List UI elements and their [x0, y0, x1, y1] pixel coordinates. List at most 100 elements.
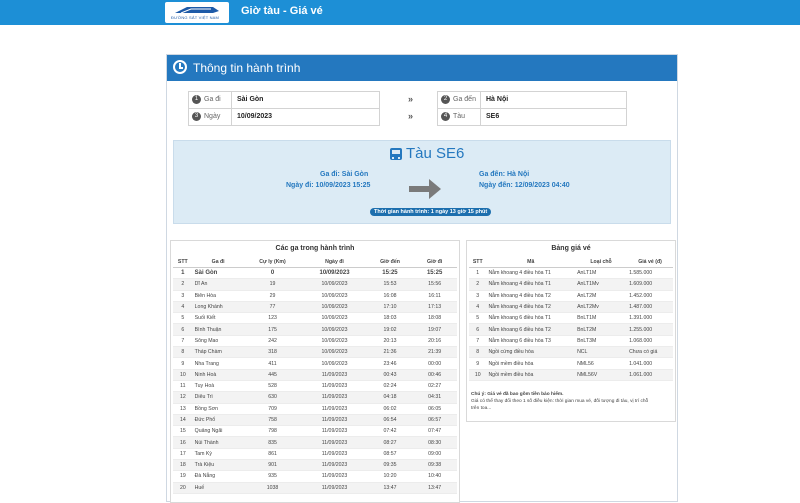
table-row: 6 Nằm khoang 6 điều hòa T2 BnLT2M 1.255.000 — [469, 323, 673, 336]
train-icon — [390, 148, 402, 160]
table-row: 18 Trà Kiệu 901 11/09/2023 09:35 09:38 — [173, 459, 457, 472]
table-row: 19 Đà Nẵng 935 11/09/2023 10:20 10:40 — [173, 470, 457, 483]
table-cell: 2 — [469, 278, 487, 291]
table-row: 9 Nha Trang 411 10/09/2023 23:46 00:00 — [173, 357, 457, 370]
table-cell: 10:20 — [367, 470, 413, 483]
train-logo-icon — [175, 7, 219, 14]
table-cell: 04:31 — [412, 391, 457, 404]
duration-badge: Thời gian hành trình: 1 ngày 13 giờ 15 p… — [370, 208, 492, 216]
table-row: 8 Ngồi cứng điều hòa NCL Chưa có giá — [469, 346, 673, 359]
fare-note-title: Chú ý: Giá vé đã bao gồm tiền bảo hiểm. — [471, 392, 564, 397]
step-badge: 3 — [192, 112, 201, 121]
table-cell: 10/09/2023 — [301, 335, 368, 348]
table-cell: 15:53 — [367, 278, 413, 291]
step-badge: 4 — [441, 112, 450, 121]
table-cell: 8 — [173, 346, 193, 359]
table-cell: 15 — [173, 425, 193, 438]
stations-table-title: Các ga trong hành trình — [275, 245, 355, 252]
table-header-row: STT Ga đi Cự ly (Km) Ngày đi Giờ đến Giờ… — [173, 257, 457, 268]
depart-date: Ngày đi: 10/09/2023 15:25 — [286, 182, 371, 189]
to-station-field[interactable]: 2 Ga đến Hà Nội — [437, 91, 627, 109]
table-row: 12 Diêu Trì 630 11/09/2023 04:18 04:31 — [173, 391, 457, 404]
table-cell: Sài Gòn — [192, 267, 244, 280]
table-cell: 19 — [243, 278, 302, 291]
table-cell: 10/09/2023 — [301, 357, 368, 370]
train-field[interactable]: 4 Tàu SE6 — [437, 108, 627, 126]
table-cell: Huế — [192, 482, 244, 494]
table-cell: 19:02 — [367, 323, 413, 336]
column-header: Ga đi — [192, 257, 244, 268]
table-cell: 77 — [243, 301, 302, 314]
column-header: Giờ đi — [412, 257, 457, 268]
table-cell: 10/09/2023 — [301, 278, 368, 291]
table-cell: 20 — [173, 482, 193, 494]
table-cell: 1.452.000 — [627, 290, 673, 302]
table-cell: 835 — [243, 436, 302, 449]
table-cell: 3 — [469, 290, 487, 302]
table-row: 17 Tam Kỳ 861 11/09/2023 08:57 09:00 — [173, 448, 457, 461]
table-cell: 2 — [173, 278, 193, 291]
field-value: SE6 — [486, 113, 500, 120]
table-cell: 11/09/2023 — [301, 425, 368, 438]
clock-icon — [173, 60, 187, 74]
table-row: 14 Đức Phổ 758 11/09/2023 06:54 06:57 — [173, 414, 457, 427]
table-cell: 04:18 — [367, 391, 413, 404]
arrive-date: Ngày đến: 12/09/2023 04:40 — [479, 182, 570, 189]
table-row: 4 Nằm khoang 4 điều hòa T2 AnLT2Mv 1.487.00… — [469, 301, 673, 314]
table-cell: Nằm khoang 4 điều hòa T1 — [486, 278, 576, 291]
table-cell: 06:57 — [412, 414, 457, 427]
table-cell: 630 — [243, 391, 302, 404]
table-cell: AnLT1M — [575, 267, 628, 280]
double-arrow-icon: » — [408, 111, 413, 121]
table-cell: 07:47 — [412, 425, 457, 438]
table-cell: 18 — [173, 459, 193, 472]
table-cell: 175 — [243, 323, 302, 336]
journey-panel: Thông tin hành trình 1 Ga đi Sài Gòn 3 N… — [166, 54, 678, 503]
table-cell: Nằm khoang 6 điều hòa T3 — [486, 335, 576, 348]
table-cell: 09:38 — [412, 459, 457, 472]
table-cell: 14 — [173, 414, 193, 427]
from-station-field[interactable]: 1 Ga đi Sài Gòn — [188, 91, 380, 109]
table-cell: 758 — [243, 414, 302, 427]
fares-table: STT Mã Loại chỗ Giá vé (đ) 1 Nằm khoang 4… — [469, 257, 673, 381]
table-cell: 3 — [173, 290, 193, 302]
table-cell: Trà Kiệu — [192, 459, 244, 472]
table-cell: 11/09/2023 — [301, 436, 368, 449]
table-header-row: STT Mã Loại chỗ Giá vé (đ) — [469, 257, 673, 268]
table-cell: NML56V — [575, 369, 628, 381]
table-cell: Núi Thành — [192, 436, 244, 449]
table-cell: 16 — [173, 436, 193, 449]
table-cell: 07:42 — [367, 425, 413, 438]
table-row: 5 Nằm khoang 6 điều hòa T1 BnLT1M 1.391.000 — [469, 312, 673, 325]
table-cell: 09:35 — [367, 459, 413, 472]
table-cell: 8 — [469, 346, 487, 359]
table-cell: 9 — [173, 357, 193, 370]
table-cell: 11/09/2023 — [301, 482, 368, 494]
table-cell: 935 — [243, 470, 302, 483]
table-row: 4 Long Khánh 77 10/09/2023 17:10 17:13 — [173, 301, 457, 314]
table-cell: 21:36 — [367, 346, 413, 359]
table-cell: 1 — [469, 267, 487, 280]
table-cell: BnLT3M — [575, 335, 628, 348]
table-row: 3 Biên Hòa 29 10/09/2023 16:08 16:11 — [173, 290, 457, 302]
table-cell: 17:10 — [367, 301, 413, 314]
table-cell: 11/09/2023 — [301, 391, 368, 404]
column-header: Cự ly (Km) — [243, 257, 302, 268]
table-row: 5 Suối Kiết 123 10/09/2023 18:03 18:08 — [173, 312, 457, 325]
table-cell: 11/09/2023 — [301, 369, 368, 381]
table-cell: 17 — [173, 448, 193, 461]
table-row: 7 Sông Mao 242 10/09/2023 20:13 20:16 — [173, 335, 457, 348]
table-cell: 00:46 — [412, 369, 457, 381]
field-label: Ngày — [204, 113, 221, 120]
fares-table-box: Bảng giá vé STT Mã Loại chỗ Giá vé (đ) 1… — [466, 240, 676, 422]
table-cell: NCL — [575, 346, 628, 359]
logo[interactable]: ĐƯỜNG SẮT VIỆT NAM — [165, 2, 229, 23]
table-cell: 08:30 — [412, 436, 457, 449]
table-cell: Long Khánh — [192, 301, 244, 314]
table-cell: 1.255.000 — [627, 323, 673, 336]
table-cell: 1.585.000 — [627, 267, 673, 280]
table-cell: 528 — [243, 380, 302, 393]
table-cell: Biên Hòa — [192, 290, 244, 302]
date-field[interactable]: 3 Ngày 10/09/2023 — [188, 108, 380, 126]
table-row: 1 Nằm khoang 4 điều hòa T1 AnLT1M 1.585.000 — [469, 267, 673, 280]
